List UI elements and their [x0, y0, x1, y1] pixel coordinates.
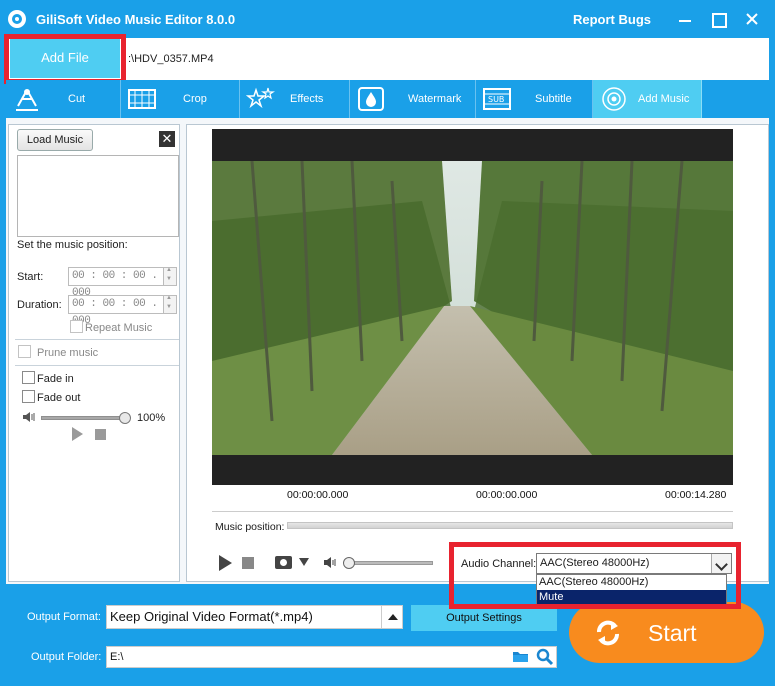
audio-channel-value: AAC(Stereo 48000Hz)	[540, 557, 650, 569]
file-path: :\HDV_0357.MP4	[128, 53, 214, 65]
music-settings-panel: Load Music ✕ Set the music position: Sta…	[8, 124, 180, 582]
refresh-icon	[597, 620, 619, 646]
video-preview	[212, 129, 733, 485]
prune-music-label: Prune music	[37, 347, 99, 359]
fade-out-checkbox[interactable]	[22, 390, 35, 403]
close-panel-icon[interactable]: ✕	[159, 131, 175, 147]
close-window-icon[interactable]	[740, 8, 764, 30]
fade-in-label: Fade in	[37, 373, 74, 385]
tab-label: Watermark	[408, 93, 462, 105]
start-label: Start	[648, 620, 697, 646]
effects-icon	[246, 87, 275, 109]
output-format-label: Output Format:	[27, 611, 101, 623]
music-stop-icon[interactable]	[95, 429, 106, 440]
subtitle-icon: SUB	[483, 88, 511, 110]
time-current: 00:00:00.000	[476, 489, 538, 501]
report-bugs-link[interactable]: Report Bugs	[573, 12, 651, 27]
music-position-label: Music position:	[215, 521, 285, 533]
music-play-icon[interactable]	[72, 427, 83, 441]
music-volume-thumb[interactable]	[119, 412, 131, 424]
audio-option-mute[interactable]: Mute	[537, 590, 726, 605]
music-volume-track[interactable]	[41, 416, 125, 420]
tab-watermark[interactable]: Watermark	[350, 80, 476, 118]
fade-out-label: Fade out	[37, 392, 81, 404]
snapshot-camera-icon[interactable]	[275, 556, 292, 569]
output-format-select[interactable]: Keep Original Video Format(*.mp4)	[106, 605, 382, 629]
start-label: Start:	[17, 271, 44, 283]
snapshot-dropdown-icon[interactable]	[299, 558, 309, 566]
music-position-track[interactable]	[287, 522, 733, 529]
tab-cut[interactable]: Cut	[6, 80, 121, 118]
file-bar: Add File :\HDV_0357.MP4	[4, 34, 769, 84]
time-start: 00:00:00.000	[287, 489, 349, 501]
audio-channel-dropdown: AAC(Stereo 48000Hz) Mute	[536, 574, 727, 606]
output-settings-button[interactable]: Output Settings	[411, 605, 557, 631]
duration-time-input[interactable]: 00 : 00 : 00 . 000	[68, 295, 164, 327]
music-position-heading: Set the music position:	[17, 239, 128, 251]
tab-effects[interactable]: Effects	[240, 80, 350, 118]
divider	[15, 365, 179, 366]
tab-label: Crop	[183, 93, 207, 105]
tab-crop[interactable]: Crop	[121, 80, 240, 118]
player-volume-track[interactable]	[345, 561, 433, 565]
music-list[interactable]	[17, 155, 179, 237]
start-time-spinner[interactable]	[163, 267, 177, 286]
tab-label: Subtitle	[535, 93, 572, 105]
start-time-input[interactable]: 00 : 00 : 00 . 000	[68, 267, 164, 299]
minimize-icon[interactable]	[673, 8, 697, 30]
add-file-button[interactable]: Add File	[10, 38, 120, 78]
volume-icon	[23, 412, 35, 422]
tab-add-music[interactable]: Add Music	[593, 80, 702, 118]
fade-in-checkbox[interactable]	[22, 371, 35, 384]
tool-tabs: Cut Crop Effects Watermark SUB Subtitle …	[6, 80, 769, 118]
cut-icon	[16, 89, 38, 111]
audio-channel-label: Audio Channel:	[461, 558, 537, 570]
preview-panel: 00:00:00.000 00:00:00.000 00:00:14.280 M…	[186, 124, 769, 606]
audio-channel-select[interactable]: AAC(Stereo 48000Hz)	[536, 553, 732, 574]
divider	[15, 339, 179, 340]
speaker-icon[interactable]	[323, 556, 337, 569]
folder-icon[interactable]	[512, 650, 529, 663]
app-logo-icon	[8, 10, 26, 28]
watermark-icon	[358, 87, 384, 111]
music-volume-value: 100%	[137, 412, 166, 424]
search-icon[interactable]	[536, 648, 554, 666]
duration-time-spinner[interactable]	[163, 295, 177, 314]
stop-icon[interactable]	[242, 557, 254, 569]
tab-subtitle[interactable]: SUB Subtitle	[476, 80, 593, 118]
repeat-music-checkbox[interactable]	[70, 320, 83, 333]
music-icon	[602, 87, 626, 111]
player-volume-thumb[interactable]	[343, 557, 355, 569]
prune-music-checkbox[interactable]	[18, 345, 31, 358]
audio-option-aac[interactable]: AAC(Stereo 48000Hz)	[537, 575, 726, 590]
output-folder-label: Output Folder:	[31, 651, 102, 663]
video-frame-image	[212, 161, 733, 455]
time-end: 00:00:14.280	[665, 489, 727, 501]
maximize-icon[interactable]	[706, 8, 730, 30]
video-timeline[interactable]	[212, 511, 733, 512]
play-icon[interactable]	[219, 555, 232, 571]
app-title: GiliSoft Video Music Editor 8.0.0	[36, 12, 236, 27]
load-music-button[interactable]: Load Music	[17, 129, 93, 151]
start-button[interactable]: Start	[569, 602, 764, 663]
crop-icon	[128, 89, 156, 109]
svg-text:SUB: SUB	[488, 95, 504, 104]
title-bar: GiliSoft Video Music Editor 8.0.0 Report…	[0, 0, 775, 38]
chevron-up-icon[interactable]	[381, 605, 403, 629]
tab-label: Cut	[68, 93, 86, 105]
tab-label: Add Music	[638, 93, 690, 105]
duration-label: Duration:	[17, 299, 62, 311]
main-area: Add File :\HDV_0357.MP4 Cut Crop Effects…	[4, 34, 769, 606]
chevron-down-icon[interactable]	[711, 554, 731, 573]
output-folder-input[interactable]: E:\	[106, 646, 557, 668]
repeat-music-label: Repeat Music	[85, 322, 153, 334]
tab-label: Effects	[290, 93, 324, 105]
